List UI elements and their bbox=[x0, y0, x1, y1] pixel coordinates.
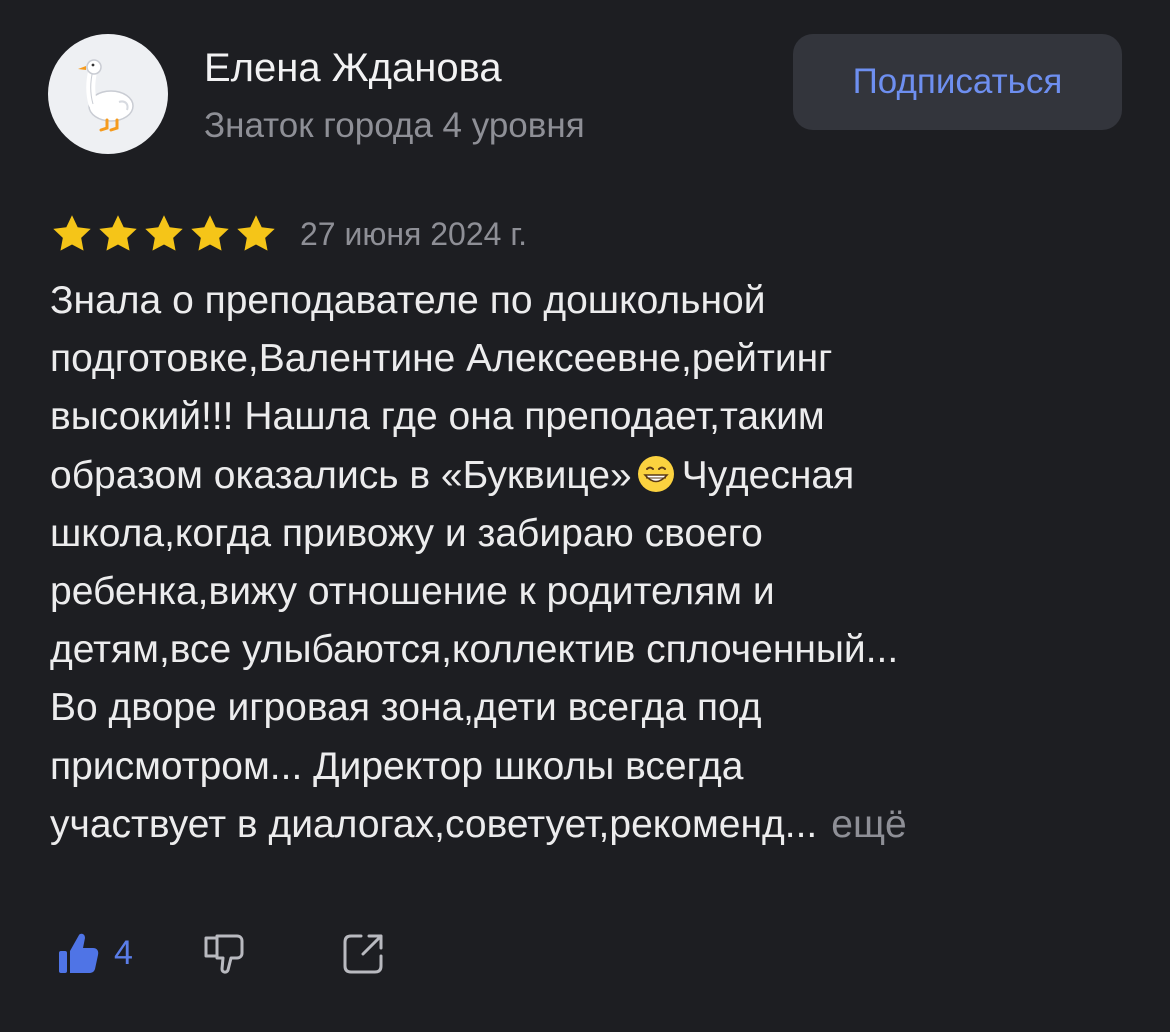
star-icon bbox=[53, 215, 91, 251]
review-line: образом оказались в «Буквице» Чудесная bbox=[50, 447, 1130, 505]
more-link[interactable]: ещё bbox=[831, 803, 906, 846]
author-name[interactable]: Елена Жданова bbox=[204, 46, 502, 91]
review-line-part: Чудесная bbox=[681, 453, 855, 497]
review-rating: 27 июня 2024 г. bbox=[50, 212, 527, 256]
review-line: школа,когда привожу и забираю своего bbox=[50, 511, 763, 555]
like-count: 4 bbox=[114, 933, 133, 972]
rating-stars bbox=[50, 212, 278, 256]
star-icon bbox=[237, 215, 275, 251]
grinning-face-emoji bbox=[637, 455, 674, 492]
goose-icon bbox=[78, 59, 134, 132]
review-line: высокий!!! Нашла где она преподает,таким bbox=[50, 395, 825, 439]
review-actions: 4 bbox=[50, 918, 391, 988]
review-line: подготовке,Валентине Алексеевне,рейтинг bbox=[50, 337, 833, 381]
review-line: присмотром... Директор школы всегда bbox=[50, 744, 744, 788]
review-line: Во дворе игровая зона,дети всегда под bbox=[50, 686, 762, 730]
star-icon bbox=[145, 215, 183, 251]
review-line-part: участвует в диалогах,советует,рекоменд..… bbox=[50, 802, 818, 846]
thumbs-up-icon bbox=[59, 933, 99, 973]
thumbs-down-icon bbox=[204, 934, 244, 974]
review-text: Знала о преподавателе по дошкольной подг… bbox=[50, 272, 1130, 854]
dislike-button[interactable] bbox=[195, 925, 251, 981]
star-icon bbox=[99, 215, 137, 251]
like-button[interactable]: 4 bbox=[50, 927, 133, 979]
review-line-part: образом оказались в «Буквице» bbox=[50, 453, 632, 497]
review-line: детям,все улыбаются,коллектив сплоченный… bbox=[50, 628, 899, 672]
subscribe-button[interactable]: Подписаться bbox=[793, 34, 1122, 130]
review-line: Знала о преподавателе по дошкольной bbox=[50, 279, 766, 322]
author-level: Знаток города 4 уровня bbox=[204, 106, 585, 145]
share-icon bbox=[343, 934, 383, 974]
avatar[interactable] bbox=[48, 34, 168, 154]
share-button[interactable] bbox=[337, 926, 391, 980]
review-date: 27 июня 2024 г. bbox=[300, 215, 527, 252]
star-icon bbox=[191, 215, 229, 251]
review-line: ребенка,вижу отношение к родителям и bbox=[50, 569, 775, 613]
review-line: участвует в диалогах,советует,рекоменд..… bbox=[50, 796, 1130, 854]
